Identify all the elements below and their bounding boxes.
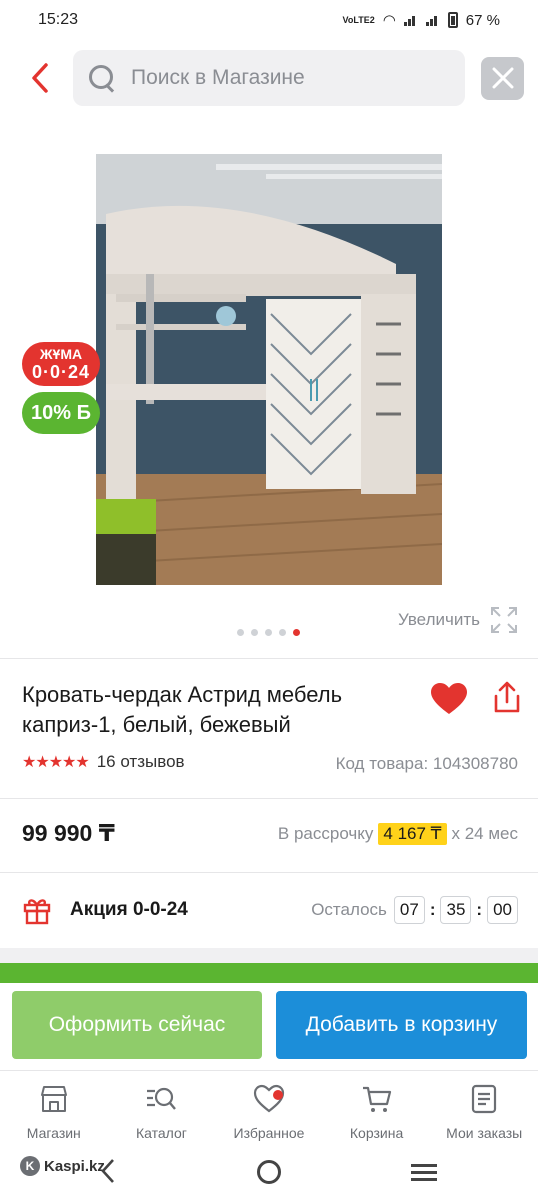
- gallery-dot[interactable]: [279, 629, 286, 636]
- status-icons: VoLTE2 ◠ 67 %: [342, 11, 500, 30]
- countdown: Осталось 07 : 35 : 00: [311, 896, 518, 924]
- kaspi-logo-icon: K: [20, 1156, 40, 1176]
- tab-label: Избранное: [233, 1125, 305, 1141]
- signal-icon-2: [425, 14, 440, 26]
- divider: [0, 798, 538, 799]
- promo-label: Акция 0-0-24: [70, 899, 188, 920]
- kaspi-watermark: K Kaspi.kz: [20, 1156, 105, 1176]
- add-to-cart-button[interactable]: Добавить в корзину: [276, 991, 527, 1059]
- tab-label: Магазин: [26, 1125, 81, 1141]
- remaining-label: Осталось: [311, 900, 387, 919]
- bonus-badge: 10% Б: [22, 392, 100, 434]
- orders-icon: [472, 1084, 497, 1114]
- wifi-icon: ◠: [382, 12, 396, 29]
- tab-catalog[interactable]: Каталог: [108, 1071, 216, 1148]
- nav-recents-button[interactable]: [411, 1164, 437, 1182]
- tab-orders[interactable]: Мои заказы: [430, 1071, 538, 1148]
- gallery-dot[interactable]: [237, 629, 244, 636]
- nav-home-button[interactable]: [257, 1160, 281, 1184]
- gallery-dots: [237, 629, 300, 636]
- gallery-dot-active[interactable]: [293, 629, 300, 636]
- battery-level: 67 %: [465, 11, 500, 29]
- system-nav-bar: K Kaspi.kz: [0, 1148, 538, 1200]
- close-button[interactable]: [481, 57, 524, 100]
- zoom-label: Увеличить: [398, 610, 480, 629]
- installment-info[interactable]: В рассрочку 4 167 ₸ x 24 мес: [278, 823, 518, 845]
- installment-prefix: В рассрочку: [277, 824, 374, 843]
- zoom-button[interactable]: Увеличить: [398, 606, 518, 634]
- promo-row[interactable]: Акция 0-0-24 Осталось 07 : 35 : 00: [22, 890, 518, 930]
- battery-icon: [447, 12, 458, 28]
- search-icon: [87, 63, 117, 93]
- tab-label: Корзина: [349, 1125, 404, 1141]
- watermark-text: Kaspi.kz: [44, 1157, 105, 1175]
- back-button[interactable]: [20, 58, 60, 98]
- search-header: [0, 50, 538, 108]
- tab-cart[interactable]: Корзина: [323, 1071, 431, 1148]
- installment-suffix: x 24 мес: [451, 824, 519, 843]
- countdown-seconds: 00: [487, 896, 518, 924]
- countdown-minutes: 35: [440, 896, 472, 924]
- reviews-link[interactable]: 16 отзывов: [97, 752, 185, 772]
- bottom-tab-bar: Магазин Каталог Избранное Корзина Мои за…: [0, 1070, 538, 1148]
- share-icon[interactable]: [492, 680, 522, 714]
- signal-icon: [403, 14, 418, 26]
- promo-badge-bottom: 0·0·24: [31, 362, 91, 382]
- gallery-dot[interactable]: [251, 629, 258, 636]
- close-icon: [492, 67, 513, 89]
- tab-favorites[interactable]: Избранное: [215, 1071, 323, 1148]
- product-sku: Код товара: 104308780: [335, 754, 518, 773]
- rating-stars-icon: ★★★★★: [22, 754, 90, 771]
- tab-store[interactable]: Магазин: [0, 1071, 108, 1148]
- checkout-button[interactable]: Оформить сейчас: [12, 991, 262, 1059]
- promo-badge: ЖҰМА 0·0·24: [22, 342, 100, 386]
- gift-icon: [23, 899, 51, 925]
- section-separator: [0, 948, 538, 964]
- chevron-left-icon: [32, 63, 48, 93]
- store-icon: [40, 1086, 67, 1112]
- product-title: Кровать-чердак Астрид мебель каприз-1, б…: [22, 682, 343, 737]
- heart-icon[interactable]: [430, 682, 468, 716]
- status-bar: 15:23 VoLTE2 ◠ 67 %: [0, 0, 538, 40]
- loft-bed-photo: [96, 154, 442, 585]
- network-label: VoLTE2: [342, 15, 375, 25]
- divider: [0, 872, 538, 873]
- product-price: 99 990 ₸: [22, 820, 115, 846]
- catalog-icon: [147, 1087, 177, 1110]
- installment-amount: 4 167 ₸: [378, 823, 447, 845]
- promo-badge-top: ЖҰМА: [39, 346, 83, 362]
- cart-icon: [362, 1086, 391, 1112]
- search-box[interactable]: [73, 50, 465, 106]
- gallery-dot[interactable]: [265, 629, 272, 636]
- action-bar: Оформить сейчас Добавить в корзину: [0, 983, 538, 1069]
- nav-back-button[interactable]: [100, 1158, 116, 1192]
- tab-label: Мои заказы: [446, 1125, 523, 1141]
- nav-back-icon: [101, 1159, 114, 1183]
- status-time: 15:23: [38, 11, 79, 28]
- divider: [0, 658, 538, 659]
- rating-row: ★★★★★ 16 отзывов: [22, 752, 185, 772]
- expand-icon: [491, 607, 517, 633]
- product-image[interactable]: [96, 154, 442, 585]
- countdown-hours: 07: [393, 896, 425, 924]
- search-input[interactable]: [131, 66, 431, 90]
- tab-label: Каталог: [135, 1125, 187, 1141]
